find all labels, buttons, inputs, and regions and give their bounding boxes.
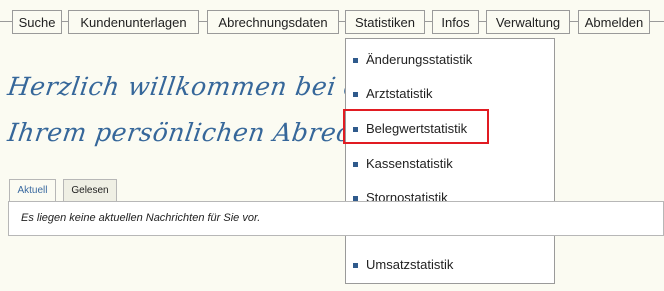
statistiken-dropdown-menu: Änderungsstatistik Arztstatistik Belegwe…: [345, 38, 555, 284]
menu-item-aenderungsstatistik[interactable]: Änderungsstatistik: [346, 48, 554, 72]
bullet-icon: [353, 162, 358, 167]
nav-item-statistiken[interactable]: Statistiken: [345, 10, 425, 34]
messages-panel: Es liegen keine aktuellen Nachrichten fü…: [8, 201, 664, 236]
menu-item-label: Belegwertstatistik: [366, 121, 468, 136]
tab-gelesen[interactable]: Gelesen: [63, 179, 117, 201]
nav-item-suche[interactable]: Suche: [12, 10, 62, 34]
bullet-icon: [353, 263, 358, 268]
menu-item-label: Arztstatistik: [366, 86, 433, 101]
nav-item-abmelden[interactable]: Abmelden: [578, 10, 650, 34]
nav-item-verwaltung[interactable]: Verwaltung: [486, 10, 570, 34]
empty-messages-text: Es liegen keine aktuellen Nachrichten fü…: [21, 212, 261, 224]
nav-item-infos[interactable]: Infos: [432, 10, 479, 34]
nav-item-abrechnungsdaten[interactable]: Abrechnungsdaten: [207, 10, 339, 34]
menu-item-label: Umsatzstatistik: [366, 257, 454, 272]
menu-item-label: Änderungsstatistik: [366, 52, 473, 67]
menu-item-arztstatistik[interactable]: Arztstatistik: [346, 82, 554, 106]
menu-item-belegwertstatistik[interactable]: Belegwertstatistik: [346, 117, 554, 141]
menu-item-umsatzstatistik[interactable]: Umsatzstatistik: [346, 253, 554, 277]
nav-item-kundenunterlagen[interactable]: Kundenunterlagen: [68, 10, 199, 34]
bullet-icon: [353, 92, 358, 97]
bullet-icon: [353, 127, 358, 132]
bullet-icon: [353, 58, 358, 63]
menu-item-label: Kassenstatistik: [366, 156, 453, 171]
menu-item-kassenstatistik[interactable]: Kassenstatistik: [346, 152, 554, 176]
tab-aktuell[interactable]: Aktuell: [9, 179, 56, 202]
